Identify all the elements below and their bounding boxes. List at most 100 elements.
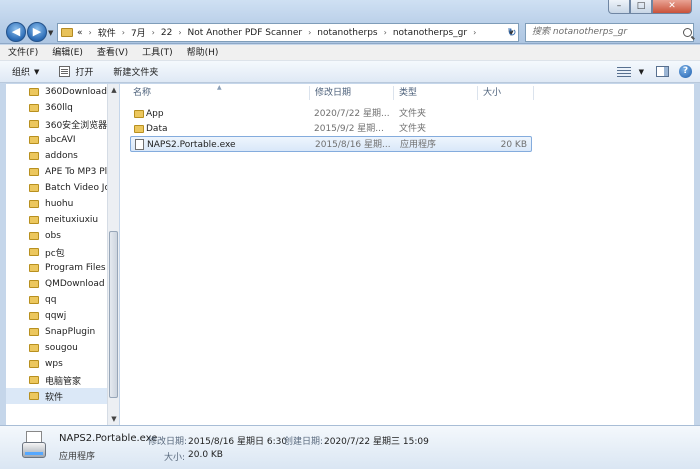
forward-button[interactable]: ▶: [27, 22, 47, 42]
chevron-right-icon[interactable]: ›: [308, 28, 311, 37]
folder-icon: [29, 376, 39, 384]
view-options-dropdown[interactable]: ▼: [639, 68, 644, 76]
open-icon: [59, 66, 71, 77]
refresh-icon[interactable]: ↻: [503, 24, 521, 41]
menu-view[interactable]: 查看(V): [97, 45, 128, 60]
nav-scrollbar[interactable]: ▲ ▼: [107, 84, 119, 425]
column-size[interactable]: 大小: [483, 84, 501, 102]
arrow-right-icon: ▶: [32, 25, 42, 38]
file-list[interactable]: ▲ 名称 修改日期 类型 大小 App 2020/7/22 星期... 文件夹 …: [120, 84, 694, 425]
nav-item[interactable]: wps: [6, 356, 107, 372]
nav-item-selected[interactable]: 软件: [6, 388, 107, 404]
folder-icon: [134, 110, 144, 118]
sort-up-icon: ▲: [217, 84, 222, 91]
folder-icon: [29, 248, 39, 256]
folder-icon: [29, 104, 39, 112]
column-divider[interactable]: [309, 86, 310, 100]
chevron-right-icon[interactable]: ›: [122, 28, 125, 37]
toolbar: 组织 ▼ 打开 新建文件夹 ▼ ?: [0, 61, 700, 83]
close-button[interactable]: ✕: [652, 0, 692, 14]
details-created-value: 2020/7/22 星期三 15:09: [324, 437, 429, 447]
back-button[interactable]: ◀: [6, 22, 26, 42]
file-row-selected[interactable]: NAPS2.Portable.exe 2015/8/16 星期... 应用程序 …: [130, 136, 532, 152]
nav-item[interactable]: addons: [6, 148, 107, 164]
column-divider[interactable]: [393, 86, 394, 100]
nav-item-label: Batch Video Jo: [45, 183, 107, 193]
column-type[interactable]: 类型: [399, 84, 417, 102]
navigation-pane[interactable]: 360Downloads 360llq 360安全浏览器 abcAVI addo…: [6, 84, 119, 425]
file-name: NAPS2.Portable.exe: [147, 140, 236, 150]
breadcrumb-item[interactable]: 7月: [131, 26, 146, 39]
chevron-right-icon[interactable]: ›: [178, 28, 181, 37]
folder-icon: [29, 168, 39, 176]
folder-icon: [29, 392, 39, 400]
file-date: 2015/9/2 星期...: [314, 124, 384, 134]
open-button[interactable]: 打开: [59, 65, 93, 78]
column-divider[interactable]: [477, 86, 478, 100]
maximize-button[interactable]: □: [630, 0, 652, 14]
chevron-right-icon[interactable]: ›: [89, 28, 92, 37]
menu-help[interactable]: 帮助(H): [187, 45, 219, 60]
chevron-right-icon[interactable]: ›: [384, 28, 387, 37]
search-input[interactable]: 搜索 notanotherps_gr: [525, 23, 694, 42]
nav-item[interactable]: qqwj: [6, 308, 107, 324]
nav-item[interactable]: 电脑管家: [6, 372, 107, 388]
nav-item[interactable]: meituxiuxiu: [6, 212, 107, 228]
file-row[interactable]: App 2020/7/22 星期... 文件夹: [130, 106, 532, 122]
nav-item-label: qqwj: [45, 311, 67, 321]
details-modified-label: 修改日期:: [148, 437, 188, 447]
nav-item[interactable]: abcAVI: [6, 132, 107, 148]
breadcrumb-item[interactable]: notanotherps_gr: [393, 28, 467, 38]
column-date[interactable]: 修改日期: [315, 84, 351, 102]
help-icon[interactable]: ?: [679, 65, 692, 78]
recent-pages-dropdown[interactable]: ▼: [48, 29, 53, 37]
nav-item[interactable]: Batch Video Jo: [6, 180, 107, 196]
nav-item-label: pc包: [45, 248, 65, 259]
menu-edit[interactable]: 编辑(E): [52, 45, 83, 60]
scroll-down-icon[interactable]: ▼: [108, 413, 120, 425]
menu-tools[interactable]: 工具(T): [142, 45, 173, 60]
arrow-left-icon: ◀: [11, 25, 21, 38]
scrollbar-thumb[interactable]: [109, 231, 118, 398]
nav-item-label: wps: [45, 359, 63, 369]
nav-item-label: 360安全浏览器: [45, 120, 107, 131]
address-bar[interactable]: « › 软件 › 7月 › 22 › Not Another PDF Scann…: [57, 23, 519, 42]
nav-item[interactable]: pc包: [6, 244, 107, 260]
folder-icon: [29, 360, 39, 368]
nav-item[interactable]: qq: [6, 292, 107, 308]
breadcrumb-item[interactable]: 22: [161, 28, 172, 38]
preview-pane-icon[interactable]: [656, 66, 669, 77]
nav-item-label: qq: [45, 295, 57, 305]
nav-item[interactable]: 360Downloads: [6, 84, 107, 100]
organize-button[interactable]: 组织 ▼: [12, 65, 39, 79]
nav-item[interactable]: SnapPlugin: [6, 324, 107, 340]
details-created-label: 创建日期:: [284, 437, 324, 447]
nav-item[interactable]: 360llq: [6, 100, 107, 116]
scanner-icon: [20, 430, 48, 464]
nav-item[interactable]: APE To MP3 Pl: [6, 164, 107, 180]
breadcrumb-item[interactable]: 软件: [98, 26, 116, 39]
nav-item[interactable]: QMDownload: [6, 276, 107, 292]
column-name[interactable]: 名称: [133, 84, 151, 102]
file-type: 应用程序: [400, 140, 437, 150]
new-folder-button[interactable]: 新建文件夹: [113, 65, 158, 78]
breadcrumb-overflow[interactable]: «: [77, 28, 83, 38]
nav-item[interactable]: 360安全浏览器: [6, 116, 107, 132]
file-row[interactable]: Data 2015/9/2 星期... 文件夹: [130, 121, 532, 137]
chevron-right-icon[interactable]: ›: [152, 28, 155, 37]
chevron-right-icon[interactable]: ›: [473, 28, 476, 37]
nav-item[interactable]: obs: [6, 228, 107, 244]
breadcrumb-item[interactable]: Not Another PDF Scanner: [188, 28, 303, 38]
column-divider[interactable]: [533, 86, 534, 100]
search-icon[interactable]: [683, 28, 692, 37]
menu-file[interactable]: 文件(F): [8, 45, 38, 60]
nav-item-label: abcAVI: [45, 135, 76, 145]
breadcrumb-item[interactable]: notanotherps: [317, 28, 377, 38]
nav-item[interactable]: sougou: [6, 340, 107, 356]
nav-item[interactable]: huohu: [6, 196, 107, 212]
nav-item[interactable]: Program Files: [6, 260, 107, 276]
scroll-up-icon[interactable]: ▲: [108, 84, 120, 96]
details-modified-value: 2015/8/16 星期日 6:30: [188, 437, 288, 447]
change-view-icon[interactable]: [616, 66, 631, 77]
minimize-button[interactable]: –: [608, 0, 630, 14]
